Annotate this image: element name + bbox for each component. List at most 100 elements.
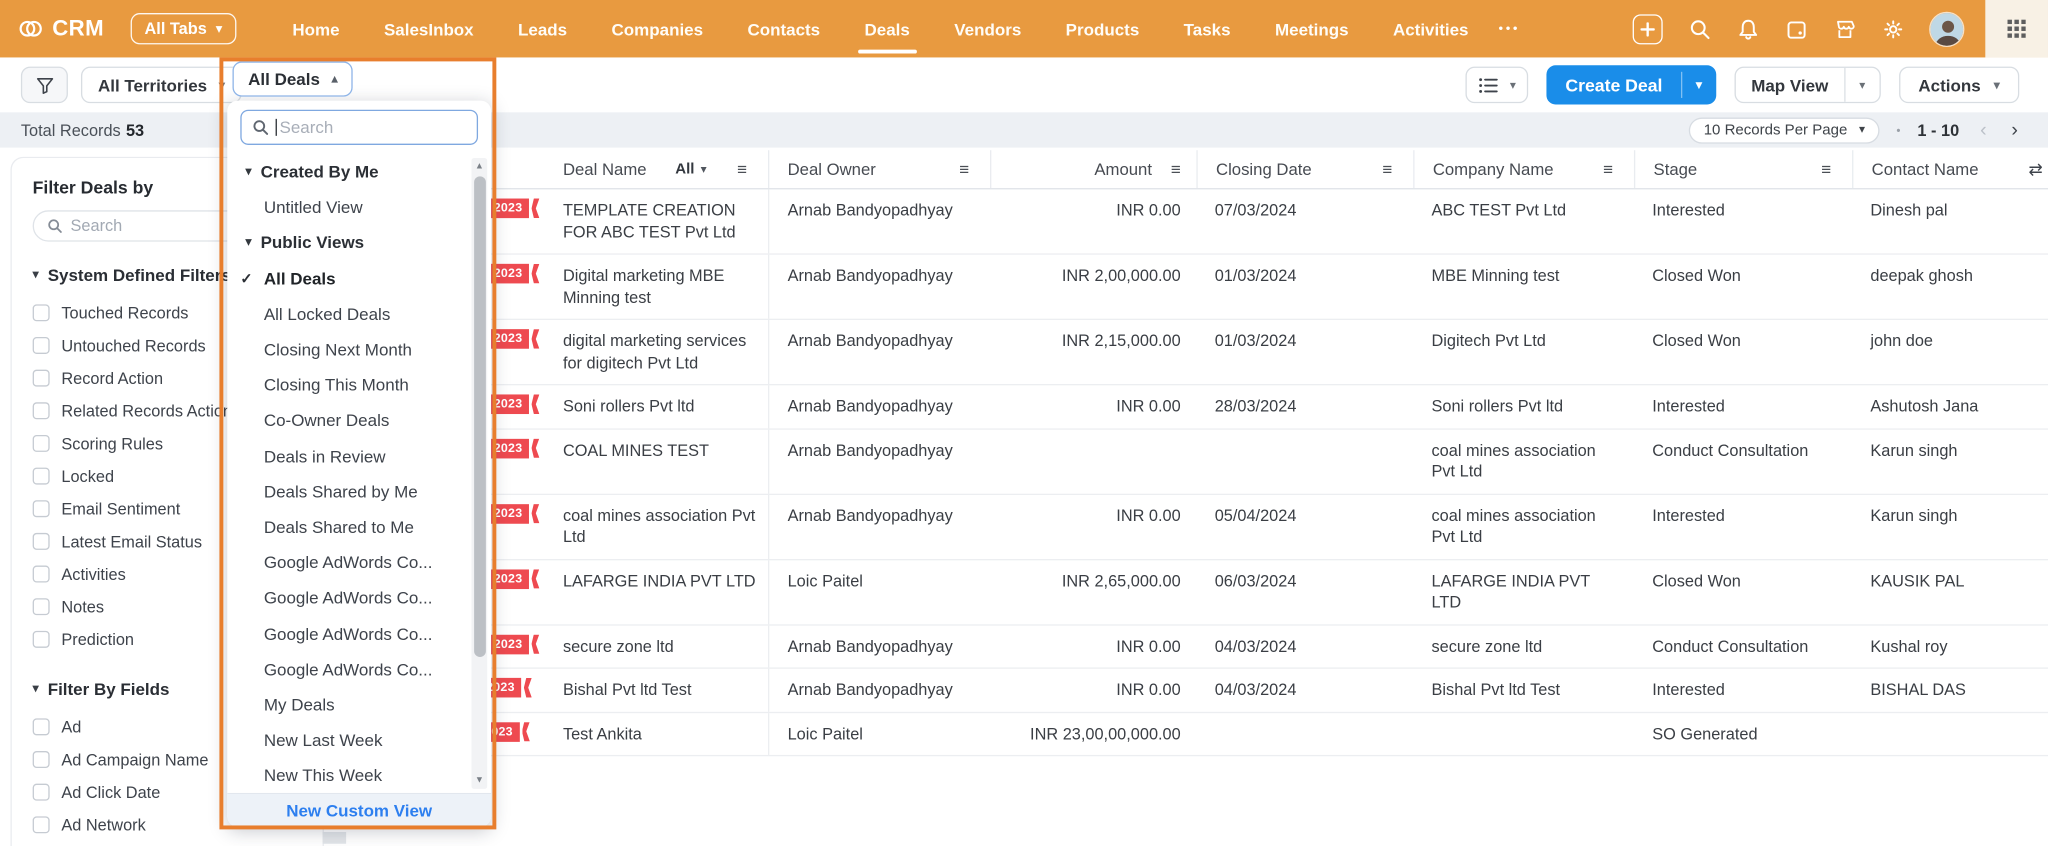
deal-name-link[interactable]: Bishal Pvt ltd Test — [563, 680, 692, 698]
nav-tab[interactable]: Meetings — [1253, 0, 1371, 57]
deal-name-link[interactable]: Soni rollers Pvt ltd — [563, 397, 695, 415]
actions-dropdown-button[interactable]: Actions ▾ — [1898, 66, 2020, 104]
user-avatar[interactable] — [1929, 11, 1965, 47]
filter-funnel-button[interactable] — [20, 66, 68, 104]
view-option[interactable]: Deals in Review — [227, 438, 491, 474]
table-row[interactable]: 2023 Soni rollers Pvt ltd Arnab Bandyopa… — [431, 385, 2048, 430]
calendar-icon[interactable] — [1784, 17, 1808, 41]
view-option[interactable]: Google AdWords Co... — [227, 616, 491, 652]
checkbox[interactable] — [32, 783, 50, 801]
view-option[interactable]: Deals Shared to Me — [227, 509, 491, 545]
deal-owner-column-header[interactable]: Deal Owner ≡ — [767, 150, 990, 189]
table-row[interactable]: 2023 COAL MINES TEST Arnab Bandyopadhyay… — [431, 429, 2048, 495]
column-menu-icon[interactable]: ≡ — [737, 159, 747, 179]
view-option[interactable]: My Deals — [227, 687, 491, 723]
table-row[interactable]: , 2023 Test Ankita Loic Paitel INR 23,00… — [431, 712, 2048, 757]
view-selector-trigger[interactable]: All Deals ▴ — [232, 61, 354, 97]
dropdown-scrollbar[interactable]: ▲ ▼ — [471, 158, 488, 789]
map-view-button[interactable]: Map View — [1736, 75, 1844, 95]
create-deal-button[interactable]: Create Deal — [1547, 65, 1681, 104]
deal-name-link[interactable]: TEMPLATE CREATION FOR ABC TEST Pvt Ltd — [563, 201, 736, 241]
apps-grid-panel[interactable] — [1985, 0, 2048, 58]
nav-tab[interactable]: Companies — [589, 0, 725, 57]
view-search-input[interactable]: Search — [240, 109, 479, 145]
checkbox[interactable] — [32, 718, 50, 736]
view-option[interactable]: Deals Shared by Me — [227, 474, 491, 510]
table-row[interactable]: 2023 TEMPLATE CREATION FOR ABC TEST Pvt … — [431, 189, 2048, 255]
page-scrollbar-fragment[interactable] — [322, 831, 347, 844]
create-deal-caret-button[interactable]: ▼ — [1682, 65, 1716, 104]
checkbox[interactable] — [32, 630, 50, 648]
deal-name-link[interactable]: secure zone ltd — [563, 637, 674, 655]
search-icon[interactable] — [1688, 17, 1712, 41]
nav-tab[interactable]: Products — [1043, 0, 1161, 57]
checkbox[interactable] — [32, 532, 50, 550]
deal-name-link[interactable]: Test Ankita — [563, 724, 642, 742]
column-menu-icon[interactable]: ≡ — [1821, 159, 1831, 179]
table-row[interactable]: 2023 secure zone ltd Arnab Bandyopadhyay… — [431, 624, 2048, 669]
marketplace-store-icon[interactable] — [1832, 17, 1856, 41]
view-option[interactable]: Untitled View — [227, 190, 491, 226]
view-option[interactable]: Co-Owner Deals — [227, 403, 491, 439]
table-row[interactable]: 2023 coal mines association Pvt Ltd Arna… — [431, 494, 2048, 560]
view-option[interactable]: New This Week — [227, 758, 491, 793]
checkbox[interactable] — [32, 304, 50, 322]
scrollbar-thumb[interactable] — [473, 176, 486, 657]
contact-name-column-header[interactable]: Contact Name ⇄ — [1852, 150, 2048, 189]
settings-gear-icon[interactable] — [1881, 17, 1905, 41]
table-row[interactable]: 2023 LAFARGE INDIA PVT LTD Loic Paitel I… — [431, 559, 2048, 625]
view-option[interactable]: Google AdWords Co... — [227, 545, 491, 581]
view-option[interactable]: Created By Me — [227, 154, 491, 190]
records-per-page-dropdown[interactable]: 10 Records Per Page ▾ — [1689, 116, 1880, 144]
nav-tab[interactable]: SalesInbox — [362, 0, 496, 57]
table-row[interactable]: 2023 Digital marketing MBE Minning test … — [431, 254, 2048, 320]
checkbox[interactable] — [32, 565, 50, 583]
table-row[interactable]: 1, 2023 Bishal Pvt ltd Test Arnab Bandyo… — [431, 668, 2048, 713]
view-option[interactable]: New Last Week — [227, 722, 491, 758]
scroll-down-icon[interactable]: ▼ — [472, 776, 488, 785]
deal-name-link[interactable]: Digital marketing MBE Minning test — [563, 266, 725, 306]
deal-name-link[interactable]: digital marketing services for digitech … — [563, 332, 746, 372]
map-view-caret-button[interactable]: ▾ — [1845, 78, 1879, 92]
checkbox[interactable] — [32, 598, 50, 616]
column-menu-icon[interactable]: ≡ — [1382, 159, 1392, 179]
checkbox[interactable] — [32, 402, 50, 420]
company-name-column-header[interactable]: Company Name ≡ — [1413, 150, 1634, 189]
checkbox[interactable] — [32, 369, 50, 387]
nav-tab[interactable]: Contacts — [725, 0, 842, 57]
closing-date-column-header[interactable]: Closing Date ≡ — [1196, 150, 1413, 189]
view-option[interactable]: Closing This Month — [227, 367, 491, 403]
checkbox[interactable] — [32, 336, 50, 354]
deal-name-link[interactable]: LAFARGE INDIA PVT LTD — [563, 571, 756, 589]
table-row[interactable]: 2023 digital marketing services for digi… — [431, 319, 2048, 386]
column-manager-icon[interactable]: ⇄ — [2029, 159, 2043, 180]
view-option[interactable]: All Locked Deals — [227, 296, 491, 332]
checkbox[interactable] — [32, 500, 50, 518]
deal-name-link[interactable]: COAL MINES TEST — [563, 441, 709, 459]
previous-page-icon[interactable]: ‹ — [1976, 119, 1990, 141]
new-custom-view-link[interactable]: New Custom View — [227, 792, 492, 827]
more-tabs-button[interactable]: ••• — [1491, 22, 1528, 36]
column-menu-icon[interactable]: ≡ — [959, 159, 969, 179]
filter-checkbox-item[interactable]: AdGroup Name — [33, 841, 323, 846]
view-option[interactable]: Closing Next Month — [227, 332, 491, 368]
deal-name-all-filter[interactable]: All ▾ — [675, 161, 706, 177]
deal-name-link[interactable]: coal mines association Pvt Ltd — [563, 506, 755, 546]
nav-tab[interactable]: Deals — [842, 0, 932, 57]
add-record-icon[interactable] — [1632, 13, 1663, 44]
view-option[interactable]: Google AdWords Co... — [227, 580, 491, 616]
notifications-bell-icon[interactable] — [1736, 17, 1760, 41]
nav-tab[interactable]: Activities — [1371, 0, 1491, 57]
column-menu-icon[interactable]: ≡ — [1603, 159, 1613, 179]
checkbox[interactable] — [32, 434, 50, 452]
view-option[interactable]: Public Views — [227, 225, 491, 261]
territories-dropdown[interactable]: All Territories ▾ — [80, 66, 242, 104]
all-tabs-button[interactable]: All Tabs ▾ — [130, 13, 237, 45]
stage-column-header[interactable]: Stage ≡ — [1633, 150, 1852, 189]
column-menu-icon[interactable]: ≡ — [1171, 159, 1181, 179]
next-page-icon[interactable]: › — [2008, 119, 2022, 141]
nav-tab[interactable]: Vendors — [932, 0, 1043, 57]
nav-tab[interactable]: Home — [270, 0, 362, 57]
nav-tab[interactable]: Tasks — [1161, 0, 1252, 57]
checkbox[interactable] — [32, 467, 50, 485]
